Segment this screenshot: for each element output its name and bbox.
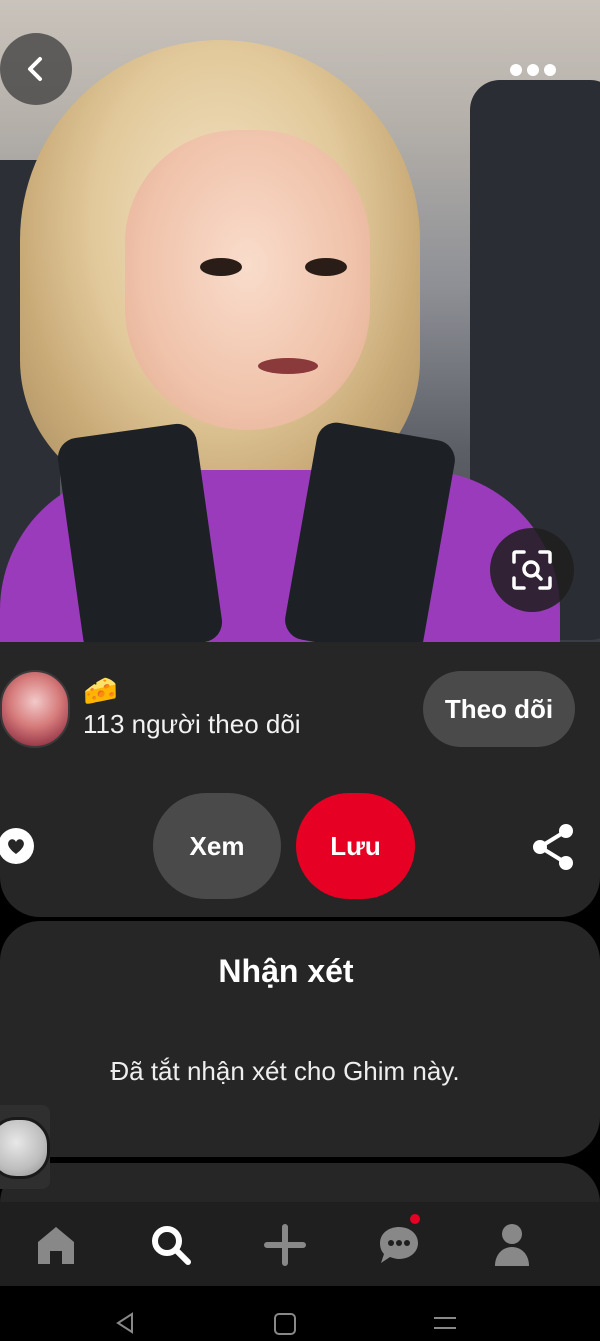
notification-badge [410, 1214, 420, 1224]
heart-icon [0, 828, 34, 864]
system-nav-bar [0, 1286, 600, 1335]
nav-search[interactable] [146, 1220, 196, 1270]
share-icon [533, 824, 573, 870]
mouth [258, 358, 318, 374]
more-horizontal-icon [510, 64, 556, 76]
search-icon [152, 1226, 191, 1265]
follow-button[interactable]: Theo dõi [423, 671, 575, 747]
nav-create[interactable] [260, 1220, 310, 1270]
system-recents-button[interactable] [430, 1310, 460, 1336]
home-icon [38, 1227, 74, 1264]
comments-title: Nhận xét [218, 953, 354, 989]
creator-avatar[interactable] [0, 670, 70, 748]
right-eye [305, 258, 347, 276]
visual-search-button[interactable] [490, 528, 574, 612]
left-eye [200, 258, 242, 276]
react-button[interactable] [0, 824, 40, 868]
nav-home[interactable] [31, 1220, 81, 1270]
system-home-button[interactable] [270, 1310, 300, 1336]
back-button[interactable] [0, 33, 72, 105]
face [125, 130, 370, 430]
nav-profile[interactable] [487, 1220, 537, 1270]
save-button[interactable]: Lưu [296, 793, 415, 899]
profile-icon [495, 1224, 529, 1266]
add-icon [264, 1224, 306, 1266]
comments-disabled-text: Đã tắt nhận xét cho Ghim này. [110, 1056, 460, 1086]
more-options-button[interactable] [503, 55, 563, 85]
assistive-touch-icon [0, 1117, 50, 1179]
nav-messages[interactable] [374, 1220, 424, 1270]
lens-search-icon [512, 550, 552, 590]
follower-count: 113 người theo dõi [83, 709, 301, 739]
triangle-back-icon [116, 1312, 133, 1334]
chevron-left-icon [28, 57, 42, 81]
share-button[interactable] [530, 822, 578, 872]
recents-icon [434, 1317, 456, 1329]
system-back-button[interactable] [110, 1310, 140, 1336]
view-button[interactable]: Xem [153, 793, 281, 899]
messages-icon [380, 1227, 418, 1263]
floating-assistive-bubble[interactable] [0, 1105, 50, 1189]
square-home-icon [274, 1313, 296, 1335]
creator-name-emoji[interactable]: 🧀 [83, 676, 118, 706]
